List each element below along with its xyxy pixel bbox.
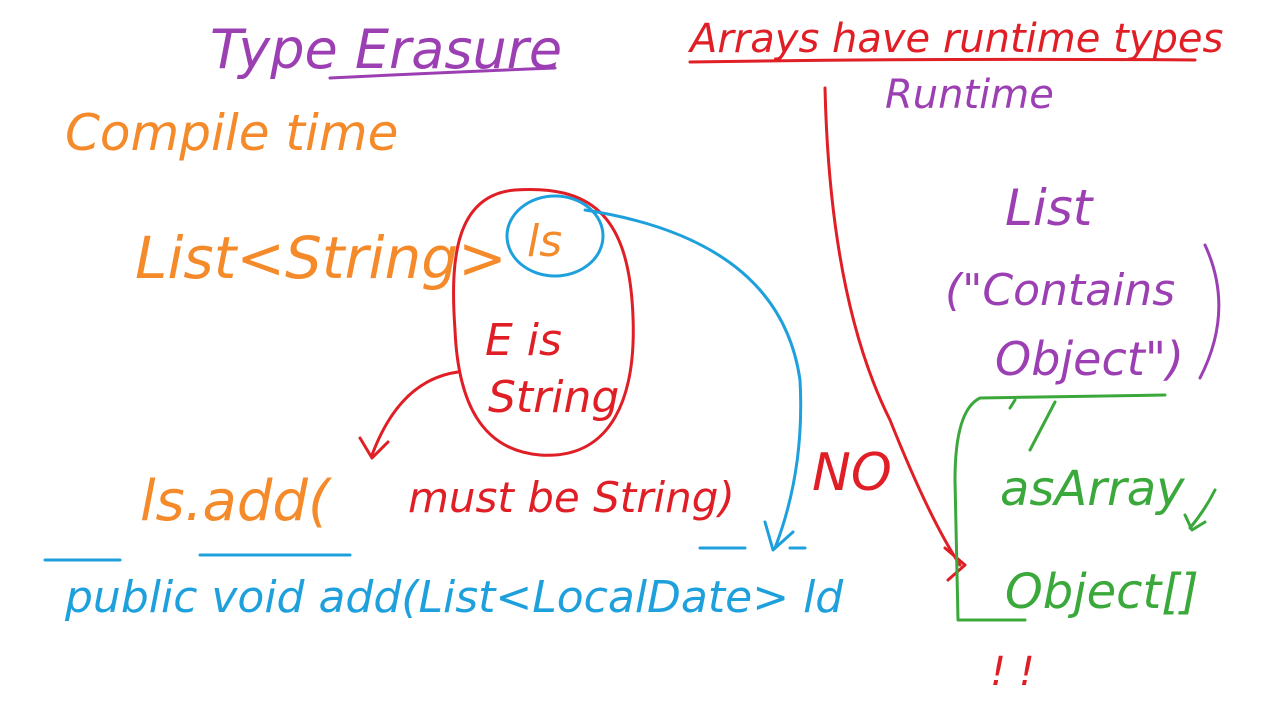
ls-add-text: ls.add( xyxy=(140,469,332,534)
diagram-svg: Type Erasure Arrays have runtime types R… xyxy=(43,16,1223,695)
contains-text: ("Contains xyxy=(945,265,1175,316)
no-text: NO xyxy=(812,443,892,503)
title-text: Type Erasure xyxy=(210,18,562,81)
arrays-note-text: Arrays have runtime types xyxy=(687,16,1223,62)
signature-overline xyxy=(43,546,807,562)
e-string-text: String xyxy=(488,372,619,423)
must-be-string-text: must be String) xyxy=(408,473,735,522)
e-is-text: E is xyxy=(485,315,562,366)
as-array-text: asArray xyxy=(1000,461,1185,517)
exclamation-text: ! ! xyxy=(990,649,1035,695)
runtime-text: Runtime xyxy=(885,72,1054,118)
ls-variable-text: ls xyxy=(527,216,562,267)
object-array-text: Object[] xyxy=(1005,564,1199,620)
method-signature-text: public void add(List<LocalDate> ld xyxy=(64,572,844,623)
whiteboard-canvas: Type Erasure Arrays have runtime types R… xyxy=(0,0,1283,722)
list-string-text: List<String> xyxy=(135,224,507,292)
object-word-text: Object") xyxy=(995,332,1184,386)
green-tick-marks xyxy=(1008,398,1057,452)
red-arrowhead-object-array xyxy=(943,546,967,582)
list-label-text: List xyxy=(1005,179,1095,237)
compile-time-text: Compile time xyxy=(65,104,398,162)
red-arrow-to-add xyxy=(370,370,460,457)
purple-closing-paren xyxy=(1198,243,1221,380)
